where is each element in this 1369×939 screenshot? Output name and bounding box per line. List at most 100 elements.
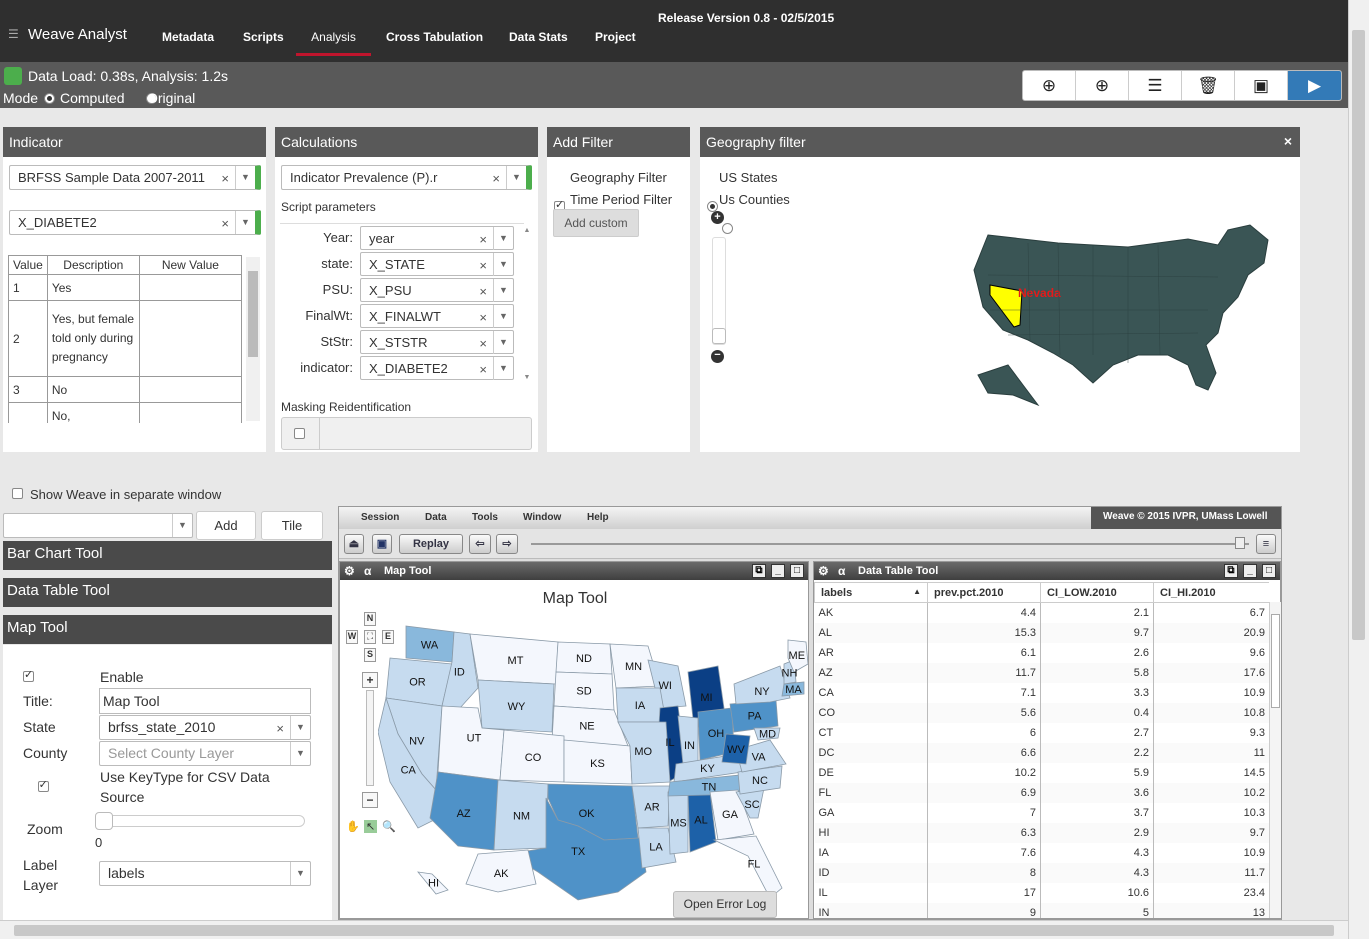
- column-select[interactable]: X_DIABETE2 × ▼: [9, 210, 261, 235]
- chevron-down-icon[interactable]: ▼: [493, 331, 513, 354]
- pan-north-button[interactable]: N: [364, 612, 376, 626]
- chevron-down-icon[interactable]: ▼: [290, 716, 310, 739]
- county-layer-select[interactable]: Select County Layer ▼: [99, 741, 311, 766]
- table-row[interactable]: CO 5.6 0.4 10.8: [814, 702, 1269, 723]
- nav-metadata[interactable]: Metadata: [162, 30, 214, 44]
- show-weave-checkbox[interactable]: [12, 488, 23, 499]
- gear-icon[interactable]: ⚙: [344, 562, 355, 580]
- fit-icon[interactable]: ⛶: [364, 630, 376, 644]
- add-tool-button[interactable]: Add: [196, 511, 256, 540]
- chevron-down-icon[interactable]: ▼: [235, 211, 255, 234]
- column-header[interactable]: CI_LOW.2010: [1040, 582, 1154, 603]
- save-icon[interactable]: ▣: [372, 534, 392, 554]
- zoom-out-icon[interactable]: −: [711, 350, 724, 363]
- table-row[interactable]: AL 15.3 9.7 20.9: [814, 622, 1269, 643]
- us-counties-radio[interactable]: [721, 223, 733, 234]
- chevron-down-icon[interactable]: ▼: [290, 862, 310, 885]
- page-scrollbar[interactable]: [1348, 0, 1369, 939]
- menu-icon[interactable]: ≡: [1256, 534, 1276, 554]
- chevron-down-icon[interactable]: ▼: [290, 742, 310, 765]
- clear-icon[interactable]: ×: [479, 228, 487, 251]
- clear-icon[interactable]: ×: [479, 358, 487, 381]
- map-zoom-slider[interactable]: [366, 690, 374, 786]
- open-error-log-button[interactable]: Open Error Log: [673, 891, 777, 918]
- sort-asc-icon[interactable]: ▲: [913, 587, 921, 596]
- zoom-out-icon[interactable]: −: [362, 792, 378, 808]
- maximize-icon[interactable]: □: [790, 564, 804, 578]
- pan-south-button[interactable]: S: [364, 648, 376, 662]
- param-select[interactable]: year × ▼: [360, 226, 514, 250]
- save-icon[interactable]: ▣: [1235, 71, 1288, 100]
- select-tool-icon[interactable]: ↖: [364, 820, 378, 833]
- chevron-down-icon[interactable]: ▼: [493, 253, 513, 276]
- title-input[interactable]: Map Tool: [99, 688, 311, 714]
- map-tool-header[interactable]: Map Tool: [3, 615, 332, 644]
- param-select[interactable]: X_PSU × ▼: [360, 278, 514, 302]
- zoom-in-icon[interactable]: +: [711, 211, 724, 224]
- nav-project[interactable]: Project: [595, 30, 636, 44]
- trash-icon[interactable]: 🗑: [1182, 71, 1235, 100]
- table-row[interactable]: AK 4.4 2.1 6.7: [814, 602, 1269, 623]
- column-header[interactable]: CI_HI.2010: [1153, 582, 1269, 603]
- menu-session[interactable]: Session: [361, 512, 399, 523]
- script-select[interactable]: Indicator Prevalence (P).r × ▼: [281, 165, 532, 190]
- minimize-icon[interactable]: _: [1243, 564, 1257, 578]
- table-row[interactable]: IN 9 5 13: [814, 902, 1269, 918]
- clear-icon[interactable]: ×: [276, 717, 284, 740]
- state-layer-select[interactable]: brfss_state_2010 × ▼: [99, 715, 311, 740]
- menu-tools[interactable]: Tools: [472, 512, 498, 523]
- table-row[interactable]: CT 6 2.7 9.3: [814, 722, 1269, 743]
- add-custom-button[interactable]: Add custom: [553, 209, 639, 237]
- chevron-down-icon[interactable]: ▼: [235, 166, 255, 189]
- chevron-down-icon[interactable]: ▼: [493, 357, 513, 380]
- column-header[interactable]: prev.pct.2010: [927, 582, 1041, 603]
- clear-icon[interactable]: ×: [479, 254, 487, 277]
- param-select[interactable]: X_DIABETE2 × ▼: [360, 356, 514, 380]
- clear-icon[interactable]: ×: [221, 212, 229, 235]
- new-value-input[interactable]: [138, 402, 243, 423]
- keytype-checkbox[interactable]: [37, 778, 49, 792]
- restore-icon[interactable]: ⧉: [1224, 564, 1238, 578]
- mode-computed-radio[interactable]: [44, 93, 55, 104]
- table-row[interactable]: IL 17 10.6 23.4: [814, 882, 1269, 903]
- forward-icon[interactable]: ⇨: [496, 534, 518, 554]
- chevron-down-icon[interactable]: ▼: [506, 166, 526, 189]
- history-slider[interactable]: [531, 537, 1249, 549]
- param-select[interactable]: X_STSTR × ▼: [360, 330, 514, 354]
- masking-input[interactable]: [281, 417, 532, 450]
- table-row[interactable]: HI 6.3 2.9 9.7: [814, 822, 1269, 843]
- upload-icon[interactable]: ⊕: [1076, 71, 1129, 100]
- minimize-icon[interactable]: _: [771, 564, 785, 578]
- maximize-icon[interactable]: □: [1262, 564, 1276, 578]
- table-row[interactable]: DE 10.2 5.9 14.5: [814, 762, 1269, 783]
- dataset-select[interactable]: BRFSS Sample Data 2007-2011 × ▼: [9, 165, 261, 190]
- table-row[interactable]: GA 7 3.7 10.3: [814, 802, 1269, 823]
- menu-icon[interactable]: ☰: [8, 27, 19, 41]
- nav-scripts[interactable]: Scripts: [243, 30, 284, 44]
- zoom-slider[interactable]: [712, 237, 726, 345]
- clear-icon[interactable]: ×: [479, 280, 487, 303]
- chevron-down-icon[interactable]: ▼: [493, 305, 513, 328]
- params-scrollbar[interactable]: ▲ ▼: [522, 227, 532, 389]
- download-icon[interactable]: ⊕: [1023, 71, 1076, 100]
- page-hscrollbar[interactable]: [0, 920, 1348, 939]
- nav-cross-tabulation[interactable]: Cross Tabulation: [386, 30, 483, 44]
- tile-button[interactable]: Tile: [261, 511, 323, 540]
- masking-checkbox[interactable]: [294, 428, 305, 439]
- new-value-input[interactable]: [138, 274, 243, 301]
- us-states-map[interactable]: Nevada: [968, 215, 1283, 411]
- list-icon[interactable]: ☰: [1129, 71, 1182, 100]
- nav-analysis[interactable]: Analysis: [296, 30, 371, 56]
- new-value-input[interactable]: [138, 376, 243, 403]
- app-title[interactable]: Weave Analyst: [28, 26, 127, 43]
- replay-button[interactable]: Replay: [399, 534, 463, 554]
- menu-window[interactable]: Window: [523, 512, 561, 523]
- table-row[interactable]: AR 6.1 2.6 9.6: [814, 642, 1269, 663]
- clear-icon[interactable]: ×: [492, 167, 500, 190]
- alpha-icon[interactable]: α: [364, 562, 371, 580]
- run-icon[interactable]: ▶: [1288, 71, 1341, 100]
- zoom-setting-slider[interactable]: [95, 812, 305, 830]
- menu-data[interactable]: Data: [425, 512, 447, 523]
- pan-tool-icon[interactable]: ✋: [346, 820, 360, 833]
- tool-select[interactable]: ▼: [3, 513, 193, 538]
